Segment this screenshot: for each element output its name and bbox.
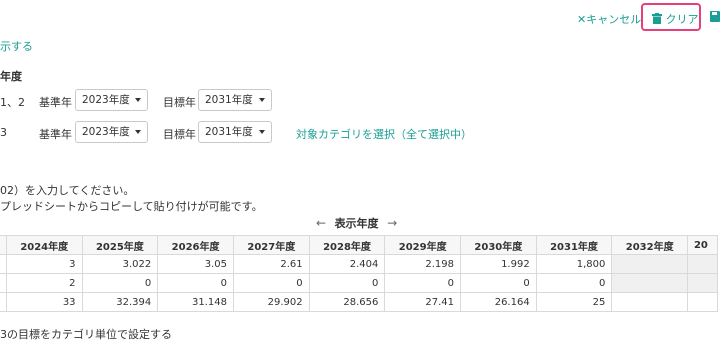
footer-text: 3の目標をカテゴリ単位で設定する [0,328,172,341]
column-header: 2030年度 [460,235,537,255]
column-header: 2026年度 [157,235,234,255]
table-cell[interactable]: 2.404 [308,254,386,274]
category-select-link[interactable]: 対象カテゴリを選択（全て選択中） [296,126,472,142]
arrow-left-icon[interactable]: ← [316,216,326,230]
table-cell[interactable]: 0 [308,273,386,293]
table-cell[interactable]: 26.164 [460,292,537,312]
chevron-down-icon [259,130,265,134]
table-cell[interactable]: 2.198 [384,254,461,274]
column-header: 2028年度 [308,235,386,255]
table-cell[interactable] [611,292,688,312]
table-cell-disabled [686,254,719,274]
table-cell[interactable]: 1,800 [535,254,613,274]
column-header: 20 [686,235,719,255]
column-header: 2031年度 [535,235,613,255]
table-cell[interactable]: 1.992 [460,254,537,274]
table-cell[interactable]: 3.05 [157,254,234,274]
table-row: 33 32.394 31.148 29.902 28.656 27.41 26.… [0,292,719,312]
cancel-label: キャンセル [586,13,642,26]
table-cell[interactable]: 3.022 [81,254,159,274]
table-cell-disabled [686,273,719,293]
table-cell-disabled [611,273,688,293]
row2-prefix: 3 [0,126,7,139]
column-header: 2029年度 [384,235,461,255]
table-cell[interactable]: 0 [384,273,461,293]
table-cell[interactable]: 29.902 [232,292,310,312]
row1-base-year-select[interactable]: 2023年度 [75,89,148,111]
show-link[interactable]: 示する [0,38,33,54]
column-header: 2027年度 [232,235,310,255]
clear-button[interactable]: クリア [652,11,699,27]
table-cell[interactable]: 0 [535,273,613,293]
row2-base-label: 基準年 [39,128,72,141]
table-cell[interactable]: 3 [5,254,83,274]
row1-target-year-value: 2031年度 [205,94,253,106]
year-nav-label: 表示年度 [334,217,379,230]
cancel-button[interactable]: ✕キャンセル [577,11,641,27]
table-cell[interactable]: 31.148 [157,292,234,312]
row1-base-label: 基準年 [39,96,72,109]
table-cell[interactable]: 0 [81,273,159,293]
instruction-line-1: 02）を入力してください。 [0,184,135,197]
table-cell[interactable]: 25 [535,292,613,312]
save-button[interactable] [710,11,720,25]
table-cell[interactable]: 28.656 [308,292,386,312]
row2-base-year-value: 2023年度 [82,126,130,138]
table-cell[interactable]: 0 [157,273,234,293]
table-cell[interactable]: 2.61 [232,254,310,274]
table-cell[interactable]: 0 [232,273,310,293]
column-header: 2032年度 [611,235,688,255]
table-cell[interactable]: 27.41 [384,292,461,312]
table-row: 3 3.022 3.05 2.61 2.404 2.198 1.992 1,80… [0,254,719,274]
table-cell[interactable]: 32.394 [81,292,159,312]
instruction-line-2: プレッドシートからコピーして貼り付けが可能です。 [0,200,263,213]
x-icon: ✕ [577,13,587,26]
trash-icon [652,13,666,26]
row2-target-year-value: 2031年度 [205,126,253,138]
row2-target-label: 目標年 [163,128,196,141]
table-row: 2 0 0 0 0 0 0 0 [0,273,719,293]
section-title: 年度 [0,70,22,83]
row1-base-year-value: 2023年度 [82,94,130,106]
column-header: 2025年度 [81,235,159,255]
year-data-table: 2024年度 2025年度 2026年度 2027年度 2028年度 2029年… [0,235,719,312]
row1-target-label: 目標年 [163,96,196,109]
table-cell[interactable]: 0 [460,273,537,293]
column-header: 2024年度 [5,235,83,255]
table-cell[interactable]: 2 [5,273,83,293]
table-cell[interactable] [686,292,719,312]
table-header-row: 2024年度 2025年度 2026年度 2027年度 2028年度 2029年… [0,235,719,255]
chevron-down-icon [259,98,265,102]
clear-label: クリア [665,13,699,26]
table-cell-disabled [611,254,688,274]
arrow-right-icon[interactable]: → [387,216,397,230]
row1-prefix: 1、2 [0,96,25,109]
year-nav: ← 表示年度 → [316,215,397,231]
chevron-down-icon [135,130,141,134]
row1-target-year-select[interactable]: 2031年度 [198,89,272,111]
chevron-down-icon [135,98,141,102]
row2-target-year-select[interactable]: 2031年度 [198,121,272,143]
table-cell[interactable]: 33 [5,292,83,312]
save-icon [710,11,720,25]
row2-base-year-select[interactable]: 2023年度 [75,121,148,143]
